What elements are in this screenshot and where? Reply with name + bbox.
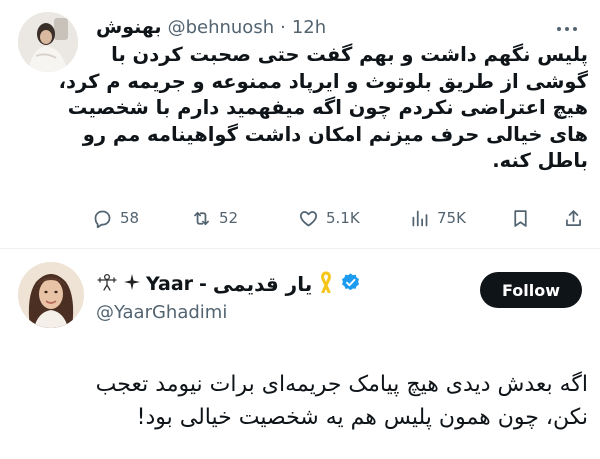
tweet-text-line: نکن، چون همون پلیس هم یه شخصیت خیالی بود… bbox=[136, 405, 588, 430]
separator-dot: · bbox=[280, 16, 286, 38]
tweet-text-line: باطل کنه. bbox=[492, 149, 588, 172]
like-button[interactable]: 5.1K bbox=[298, 208, 360, 229]
like-count: 5.1K bbox=[326, 209, 360, 227]
yellow-ribbon-icon bbox=[318, 271, 334, 297]
reply-button[interactable]: 58 bbox=[92, 208, 139, 229]
display-name[interactable]: بهنوش bbox=[96, 16, 162, 38]
retweet-button[interactable]: 52 bbox=[191, 208, 238, 229]
tweet-text-line: هیچ اعتراضی نکردم چون اگه میفهمید دارم ب… bbox=[67, 96, 588, 119]
bookmark-icon bbox=[514, 209, 527, 227]
views-button[interactable]: 75K bbox=[409, 208, 466, 229]
weightlifter-icon bbox=[96, 273, 118, 296]
tweet-header: بهنوش @behnuosh · 12h bbox=[96, 14, 326, 40]
tweet-text-line: اگه بعدش دیدی هیچ پیامک جریمه‌ای برات نی… bbox=[95, 372, 588, 397]
user-photo-icon bbox=[18, 12, 78, 72]
views-chart-icon bbox=[412, 210, 428, 226]
user-handle[interactable]: @YaarGhadimi bbox=[96, 302, 227, 323]
tweet-actions: 58 52 5.1K 75K bbox=[92, 204, 588, 232]
share-button[interactable] bbox=[563, 208, 584, 229]
heart-icon bbox=[299, 210, 318, 226]
retweet-icon bbox=[194, 211, 209, 225]
bookmark-button[interactable] bbox=[510, 208, 531, 229]
tweet-text-line: پلیس نگهم داشت و بهم گفت حتی صحبت کردن ب… bbox=[111, 43, 588, 66]
tweet-text: پلیس نگهم داشت و بهم گفت حتی صحبت کردن ب… bbox=[58, 42, 588, 175]
share-icon bbox=[566, 209, 581, 226]
user-handle[interactable]: @behnuosh bbox=[168, 17, 275, 38]
display-name-row: Yaar - یار قدیمی bbox=[96, 270, 361, 298]
divider bbox=[0, 248, 600, 249]
tweet-text-line: گوشی از طریق بلوتوث و ایرپاد ممنوعه و جر… bbox=[58, 69, 588, 93]
views-count: 75K bbox=[437, 209, 466, 227]
timestamp[interactable]: 12h bbox=[292, 17, 326, 38]
tweet-text-line: های خیالی حرف میزنم امکان داشت گواهینامه… bbox=[82, 122, 588, 146]
reply-count: 58 bbox=[120, 209, 140, 227]
tweet-text: اگه بعدش دیدی هیچ پیامک جریمه‌ای برات نی… bbox=[20, 368, 588, 434]
display-name-latin[interactable]: Yaar bbox=[146, 273, 193, 295]
reply-icon bbox=[94, 210, 111, 228]
retweet-count: 52 bbox=[219, 209, 239, 227]
display-name-separator: - bbox=[199, 273, 207, 295]
sparkle-icon bbox=[124, 274, 140, 294]
avatar[interactable] bbox=[18, 262, 84, 328]
verified-badge-icon[interactable] bbox=[340, 272, 361, 297]
quoted-tweet: بهنوش @behnuosh · 12h پلیس نگهم داشت و ب… bbox=[0, 0, 600, 243]
more-horizontal-icon[interactable] bbox=[556, 14, 578, 38]
display-name[interactable]: یار قدیمی bbox=[213, 272, 312, 296]
user-photo-icon bbox=[18, 262, 84, 328]
follow-button[interactable]: Follow bbox=[480, 272, 582, 308]
avatar[interactable] bbox=[18, 12, 78, 72]
